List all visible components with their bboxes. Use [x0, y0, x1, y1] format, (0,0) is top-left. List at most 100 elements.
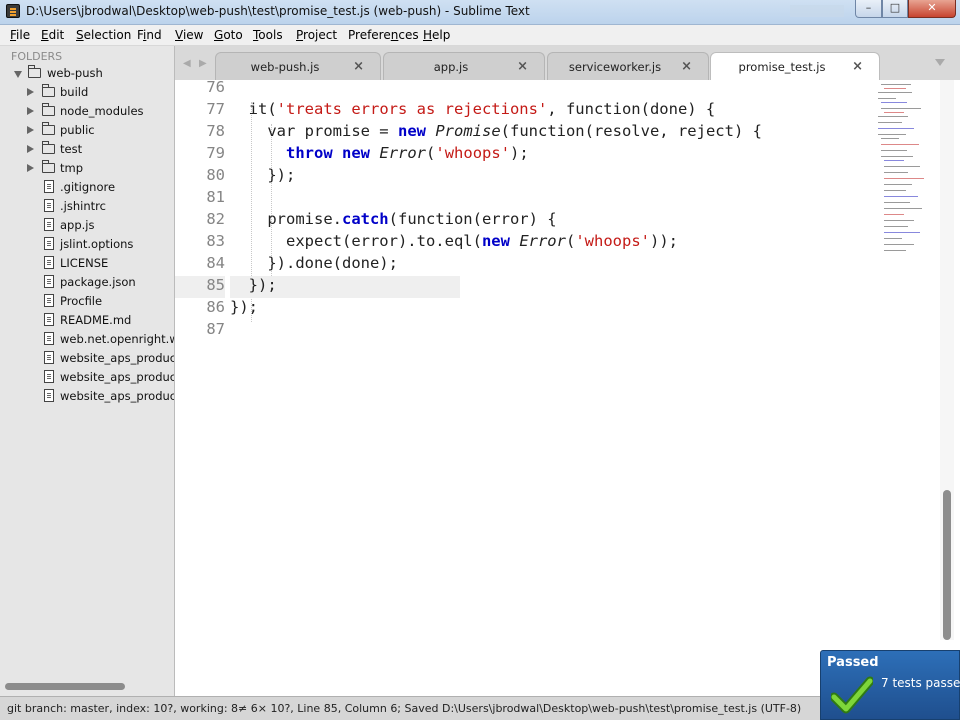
- folder-icon: [42, 122, 55, 135]
- sidebar-file[interactable]: .gitignore: [0, 178, 174, 197]
- sidebar-file[interactable]: web.net.openright.web: [0, 330, 174, 349]
- sidebar-scrollbar[interactable]: [5, 683, 125, 690]
- menu-item[interactable]: Preferences: [348, 28, 419, 42]
- code-editor[interactable]: 76 77 it('treats errors as rejections', f…: [175, 80, 960, 696]
- menu-item[interactable]: Project: [296, 28, 337, 42]
- sidebar-file[interactable]: README.md: [0, 311, 174, 330]
- sidebar-file[interactable]: package.json: [0, 273, 174, 292]
- minimize-button[interactable]: –: [855, 0, 882, 18]
- window-title: D:\Users\jbrodwal\Desktop\web-push\test\…: [26, 4, 530, 18]
- tab-close-icon[interactable]: ×: [353, 59, 364, 74]
- sidebar: FOLDERS web-push build node_modules public…: [0, 46, 175, 696]
- maximize-button[interactable]: □: [882, 0, 908, 18]
- test-notification[interactable]: Passed 7 tests passed: [820, 650, 960, 720]
- tab-bar: ◀ ▶ web-push.js × app.js × serviceworker.js ×…: [175, 46, 960, 80]
- sidebar-file[interactable]: app.js: [0, 216, 174, 235]
- sidebar-item-label: LICENSE: [60, 256, 109, 270]
- line-number: 84: [206, 254, 225, 272]
- sidebar-file[interactable]: website_aps_production: [0, 368, 174, 387]
- collapse-arrow-icon[interactable]: [27, 145, 34, 153]
- minimap-line: [884, 208, 922, 209]
- file-icon: [44, 275, 54, 288]
- collapse-arrow-icon[interactable]: [27, 107, 34, 115]
- tab-label: promise_test.js: [738, 60, 826, 74]
- tab-0[interactable]: web-push.js ×: [215, 52, 381, 80]
- minimap-line: [884, 232, 920, 233]
- code-line: promise.catch(function(error) {: [230, 210, 557, 228]
- code-line: }).done(done);: [230, 254, 398, 272]
- menu-item[interactable]: View: [175, 28, 203, 42]
- sidebar-folder[interactable]: build: [0, 83, 174, 102]
- minimap-line: [884, 166, 920, 167]
- tab-prev-icon[interactable]: ◀: [183, 58, 191, 69]
- code-line: });: [230, 166, 296, 184]
- collapse-arrow-icon[interactable]: [27, 126, 34, 134]
- sidebar-folder[interactable]: public: [0, 121, 174, 140]
- sidebar-root-web-push[interactable]: web-push: [0, 64, 174, 83]
- sidebar-item-label: web-push: [47, 66, 103, 80]
- sidebar-file[interactable]: LICENSE: [0, 254, 174, 273]
- tab-list-dropdown-icon[interactable]: [935, 59, 945, 66]
- collapse-arrow-icon[interactable]: [27, 88, 34, 96]
- line-number: 78: [206, 122, 225, 140]
- menu-item[interactable]: Selection: [76, 28, 131, 42]
- sidebar-file[interactable]: .jshintrc: [0, 197, 174, 216]
- folder-icon: [42, 103, 55, 116]
- line-number: 83: [206, 232, 225, 250]
- tab-close-icon[interactable]: ×: [517, 59, 528, 74]
- sidebar-folder[interactable]: test: [0, 140, 174, 159]
- menu-item[interactable]: Find: [137, 28, 162, 42]
- notification-title: Passed: [827, 655, 879, 670]
- minimap-line: [878, 134, 906, 135]
- tab-close-icon[interactable]: ×: [852, 59, 863, 74]
- menu-item[interactable]: File: [10, 28, 30, 42]
- sidebar-folder[interactable]: tmp: [0, 159, 174, 178]
- sidebar-item-label: README.md: [60, 313, 132, 327]
- file-icon: [44, 332, 54, 345]
- minimap-line: [884, 250, 906, 251]
- sidebar-file[interactable]: website_aps_production: [0, 349, 174, 368]
- collapse-arrow-icon[interactable]: [27, 164, 34, 172]
- line-number: 77: [206, 100, 225, 118]
- menu-item[interactable]: Tools: [253, 28, 283, 42]
- file-icon: [44, 218, 54, 231]
- minimap-line: [884, 238, 902, 239]
- editor-scrollbar-thumb[interactable]: [943, 490, 951, 640]
- file-icon: [44, 313, 54, 326]
- minimap-line: [884, 160, 904, 161]
- minimap-line: [881, 138, 899, 139]
- sidebar-item-label: Procfile: [60, 294, 103, 308]
- folder-icon: [42, 160, 55, 173]
- minimap-line: [884, 190, 906, 191]
- close-button[interactable]: ✕: [908, 0, 956, 18]
- tab-2[interactable]: serviceworker.js ×: [547, 52, 709, 80]
- sidebar-item-label: app.js: [60, 218, 95, 232]
- expand-arrow-icon[interactable]: [14, 71, 22, 78]
- minimap-line: [881, 108, 921, 109]
- menu-item[interactable]: Help: [423, 28, 450, 42]
- sidebar-folder[interactable]: node_modules: [0, 102, 174, 121]
- minimap-line: [884, 112, 904, 113]
- sidebar-item-label: website_aps_production: [60, 351, 174, 365]
- sidebar-item-label: test: [60, 142, 83, 156]
- sidebar-file[interactable]: jslint.options: [0, 235, 174, 254]
- minimap-line: [884, 226, 908, 227]
- tab-close-icon[interactable]: ×: [681, 59, 692, 74]
- minimap-line: [881, 84, 911, 85]
- sidebar-item-label: public: [60, 123, 95, 137]
- minimap-line: [881, 150, 907, 151]
- title-bar-ghost: [790, 5, 844, 17]
- menu-item[interactable]: Edit: [41, 28, 64, 42]
- tab-3[interactable]: promise_test.js ×: [710, 52, 880, 80]
- status-bar: git branch: master, index: 10?, working:…: [0, 696, 960, 720]
- sidebar-file[interactable]: website_aps_production: [0, 387, 174, 406]
- sidebar-file[interactable]: Procfile: [0, 292, 174, 311]
- line-number: 86: [206, 298, 225, 316]
- code-line: });: [230, 298, 258, 316]
- minimap[interactable]: [878, 80, 938, 260]
- minimap-line: [884, 202, 910, 203]
- tab-next-icon[interactable]: ▶: [199, 58, 207, 69]
- tab-1[interactable]: app.js ×: [383, 52, 545, 80]
- menu-item[interactable]: Goto: [214, 28, 243, 42]
- minimap-line: [881, 156, 913, 157]
